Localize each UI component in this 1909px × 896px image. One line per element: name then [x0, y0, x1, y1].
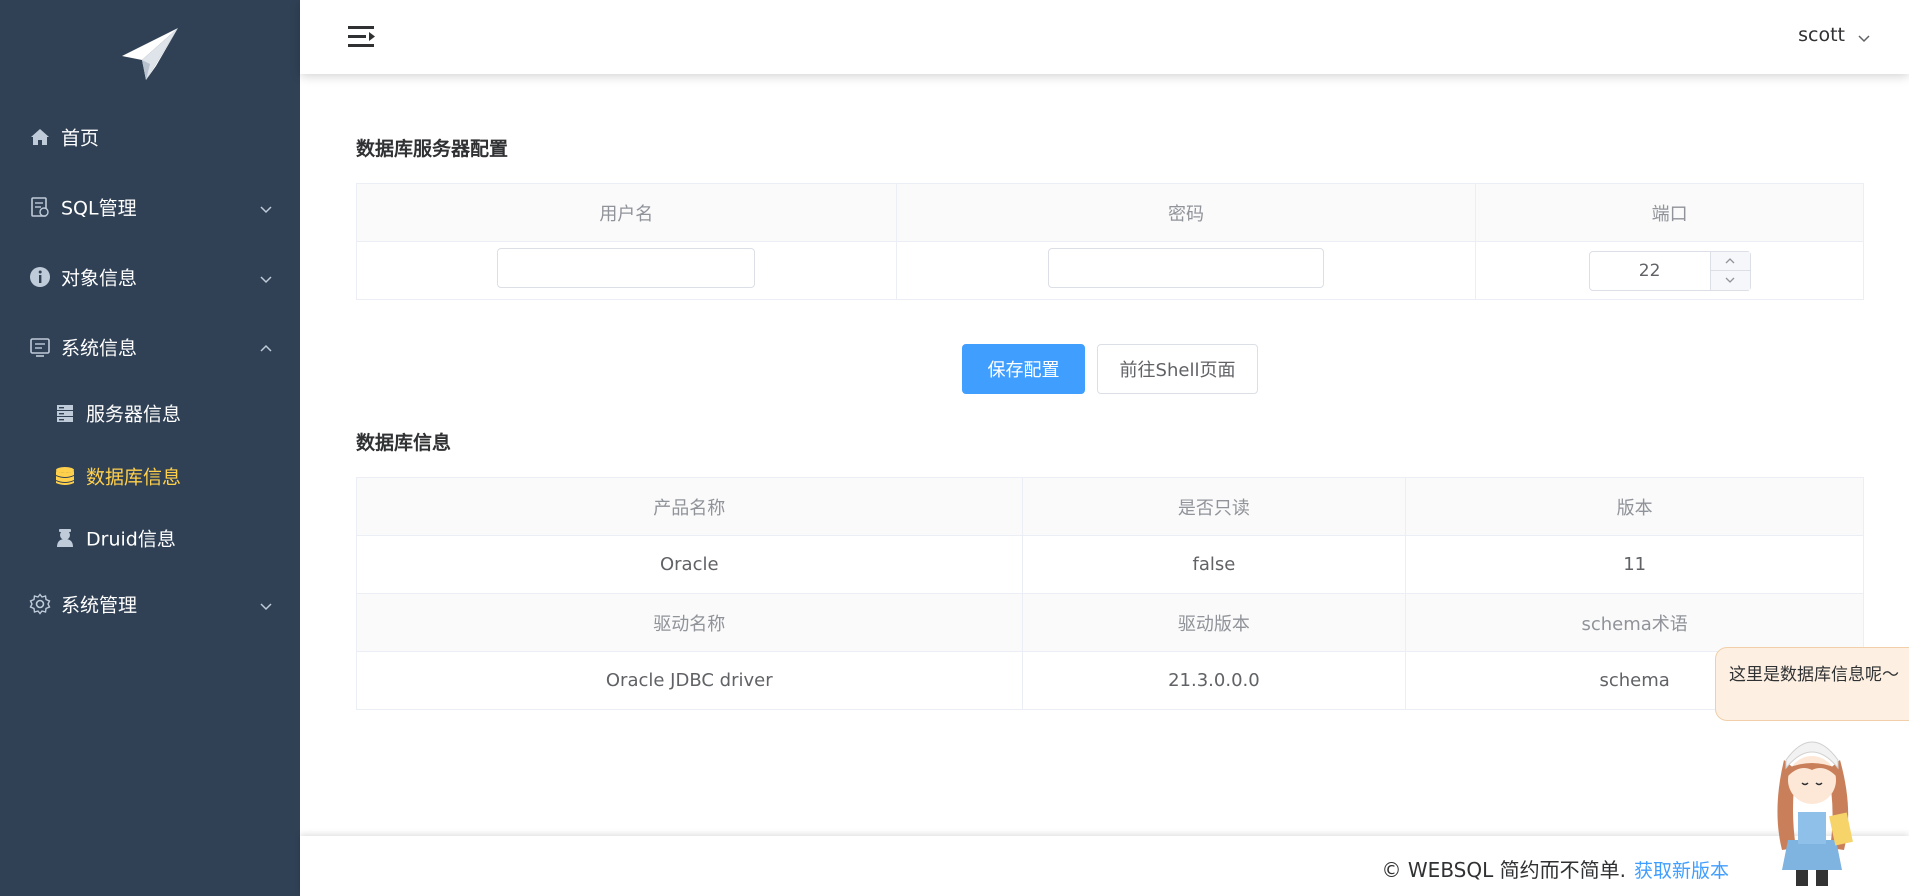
- version-value: 11: [1405, 535, 1864, 594]
- column-header-port: 端口: [1475, 183, 1864, 242]
- get-new-version-link[interactable]: 获取新版本: [1634, 860, 1729, 882]
- user-dropdown[interactable]: scott: [1798, 22, 1871, 48]
- footer-text: © WEBSQL 简约而不简单. 获取新版本: [1382, 854, 1729, 883]
- database-info-title: 数据库信息: [356, 432, 452, 454]
- footer: © WEBSQL 简约而不简单. 获取新版本: [300, 836, 1909, 896]
- mascot-speech-bubble: 这里是数据库信息呢～: [1715, 647, 1909, 721]
- sidebar-item-label: 对象信息: [61, 267, 138, 290]
- chevron-down-icon: [259, 270, 273, 284]
- sidebar-item-home[interactable]: 首页: [0, 106, 300, 168]
- sidebar-item-label: 系统信息: [61, 337, 138, 360]
- read-only-value: false: [1021, 535, 1407, 594]
- table-row: Oracle JDBC driver 21.3.0.0.0 schema: [356, 651, 1864, 710]
- table-row: Oracle false 11: [356, 535, 1864, 594]
- chevron-down-icon: [1725, 277, 1735, 283]
- column-header-driver-version: 驱动版本: [1021, 593, 1407, 652]
- increase-port-button[interactable]: [1710, 252, 1750, 271]
- username-input[interactable]: [497, 248, 756, 288]
- sidebar-item-druid-info[interactable]: Druid信息: [0, 507, 300, 569]
- column-header-driver-name: 驱动名称: [356, 593, 1023, 652]
- database-info-table: 产品名称 是否只读 版本 Oracle false 11 驱动名称 驱动版本 s…: [356, 477, 1864, 710]
- sidebar-item-server-info[interactable]: 服务器信息: [0, 382, 300, 444]
- column-header-password: 密码: [895, 183, 1477, 242]
- gear-icon: [29, 593, 51, 615]
- home-icon: [29, 126, 51, 148]
- sidebar-item-label: 首页: [61, 127, 100, 150]
- server-config-title: 数据库服务器配置: [356, 138, 509, 160]
- column-header-username: 用户名: [356, 183, 897, 242]
- sidebar-item-label: 服务器信息: [86, 403, 182, 426]
- go-shell-page-button[interactable]: 前往Shell页面: [1097, 344, 1258, 394]
- sidebar-item-system-management[interactable]: 系统管理: [0, 573, 300, 635]
- port-cell: 22: [1475, 241, 1864, 300]
- sidebar-item-system-info[interactable]: 系统信息: [0, 316, 300, 378]
- sidebar-item-label: 数据库信息: [86, 466, 182, 489]
- chevron-down-icon: [259, 200, 273, 214]
- top-navbar: scott: [300, 0, 1909, 74]
- sidebar-item-label: SQL管理: [61, 197, 137, 220]
- column-header-version: 版本: [1405, 477, 1864, 536]
- column-header-read-only: 是否只读: [1021, 477, 1407, 536]
- chevron-up-icon: [259, 340, 273, 354]
- driver-version-value: 21.3.0.0.0: [1021, 651, 1407, 710]
- info-icon: [29, 266, 51, 288]
- product-name-value: Oracle: [356, 535, 1023, 594]
- sidebar-item-object-info[interactable]: 对象信息: [0, 246, 300, 308]
- monitor-icon: [29, 336, 51, 358]
- port-stepper[interactable]: 22: [1588, 250, 1751, 291]
- decrease-port-button[interactable]: [1711, 271, 1750, 290]
- server-icon: [54, 402, 76, 424]
- chevron-down-icon: [259, 597, 273, 611]
- username-cell: [356, 241, 897, 300]
- stepper-controls: [1709, 251, 1750, 290]
- mascot-character-icon[interactable]: [1762, 720, 1862, 890]
- password-input[interactable]: [1047, 248, 1324, 288]
- sidebar-item-sql-management[interactable]: SQL管理: [0, 176, 300, 238]
- password-cell: [895, 241, 1477, 300]
- column-header-schema-term: schema术语: [1405, 593, 1864, 652]
- column-header-product-name: 产品名称: [356, 477, 1023, 536]
- sql-file-icon: [29, 196, 51, 218]
- sidebar-item-label: 系统管理: [61, 594, 138, 617]
- copyright-text: © WEBSQL 简约而不简单.: [1381, 858, 1626, 882]
- druid-icon: [54, 527, 76, 549]
- driver-name-value: Oracle JDBC driver: [356, 651, 1023, 710]
- chevron-down-icon: [1857, 28, 1871, 43]
- username: scott: [1798, 24, 1845, 46]
- paper-plane-logo-icon[interactable]: [120, 26, 180, 82]
- chevron-up-icon: [1725, 257, 1735, 263]
- sidebar: 首页 SQL管理 对象信息 系统信息 服务器信息 数据库信息 Druid信息 系…: [0, 0, 300, 896]
- collapse-menu-icon[interactable]: [348, 24, 376, 50]
- save-config-button[interactable]: 保存配置: [962, 344, 1085, 394]
- database-icon: [54, 465, 76, 487]
- server-config-table: 用户名 密码 端口 22: [356, 183, 1864, 300]
- sidebar-item-label: Druid信息: [86, 528, 176, 551]
- main-content: 数据库服务器配置 用户名 密码 端口 22 保存配置 前往Shell页面 数据库…: [300, 74, 1909, 836]
- sidebar-item-database-info[interactable]: 数据库信息: [0, 445, 300, 507]
